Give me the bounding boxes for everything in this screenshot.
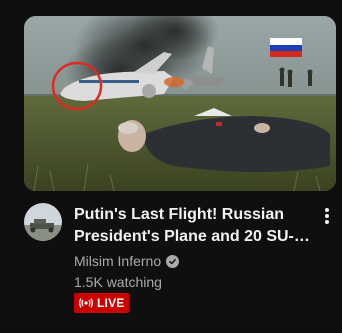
- channel-name[interactable]: Milsim Inferno: [74, 252, 161, 270]
- avatar-image: [24, 203, 62, 241]
- live-label: LIVE: [97, 296, 125, 310]
- view-count: 1.5K watching: [74, 274, 162, 290]
- thumbnail-image: [24, 16, 336, 191]
- video-title[interactable]: Putin's Last Flight! Russian President's…: [74, 204, 318, 248]
- channel-avatar[interactable]: [24, 203, 62, 241]
- live-badge: LIVE: [74, 293, 130, 313]
- more-vert-icon[interactable]: [318, 206, 336, 226]
- check-circle-icon: [166, 254, 180, 268]
- video-card: Putin's Last Flight! Russian President's…: [0, 0, 342, 333]
- video-thumbnail[interactable]: [24, 16, 336, 191]
- broadcast-icon: [78, 298, 94, 308]
- channel-name-row[interactable]: Milsim Inferno: [74, 252, 180, 270]
